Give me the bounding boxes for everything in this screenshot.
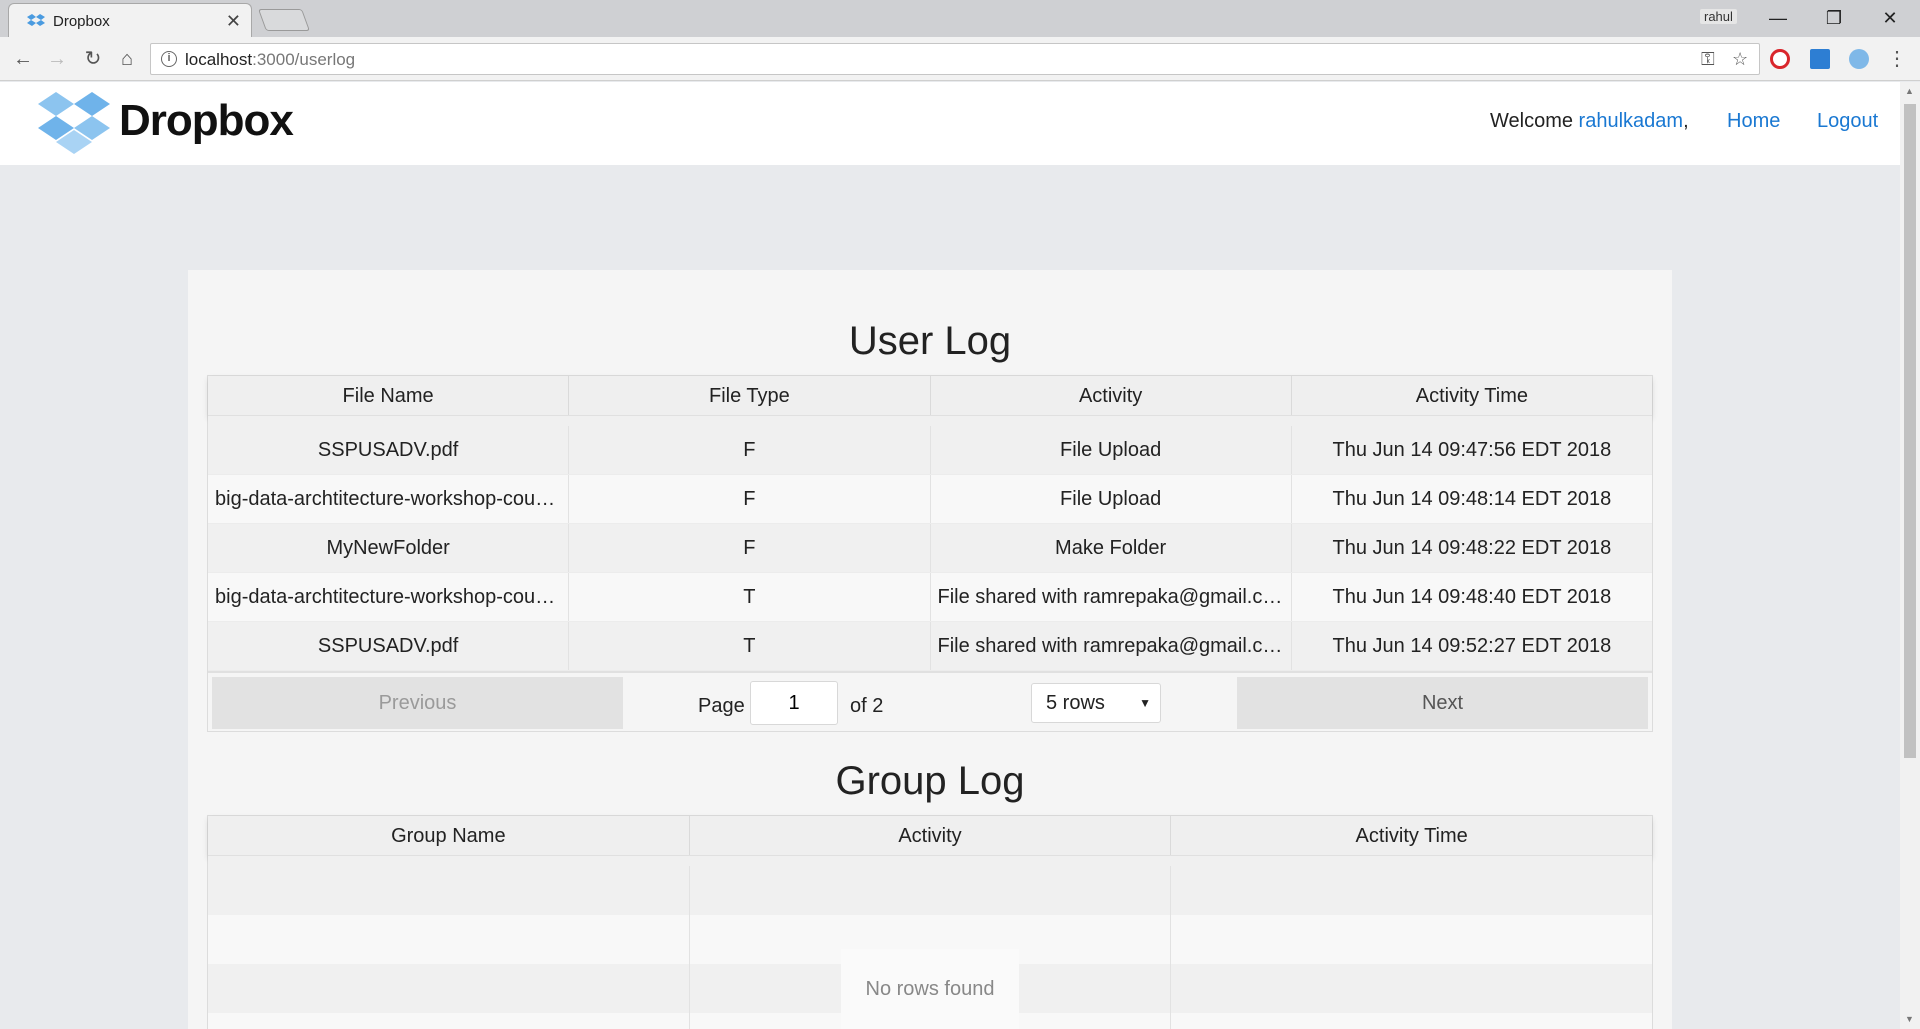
table-cell: T: [569, 573, 931, 621]
scroll-down-icon[interactable]: ▼: [1905, 1014, 1914, 1024]
table-row: SSPUSADV.pdf T File shared with ramrepak…: [208, 622, 1652, 671]
table-cell: Thu Jun 14 09:52:27 EDT 2018: [1332, 635, 1612, 657]
scroll-thumb[interactable]: [1904, 104, 1916, 758]
browser-toolbar: ← → ↻ ⌂ i localhost:3000/userlog ⚿ ☆ ⋮: [0, 37, 1920, 81]
page: Dropbox Welcome rahulkadam, Home Logout …: [0, 82, 1900, 1029]
tab-title: Dropbox: [53, 13, 110, 30]
table-cell: Thu Jun 14 09:47:56 EDT 2018: [1332, 439, 1612, 461]
window-extension-icon[interactable]: [1810, 49, 1830, 69]
tab-close-icon[interactable]: ✕: [226, 11, 241, 32]
welcome-text: Welcome rahulkadam,: [1490, 110, 1689, 132]
column-header[interactable]: Activity: [690, 816, 1172, 855]
header-filler: [208, 856, 1652, 866]
group-log-title: Group Log: [835, 759, 1025, 803]
table-cell: SSPUSADV.pdf: [208, 426, 570, 474]
page-scrollbar[interactable]: ▲ ▼: [1900, 82, 1920, 1029]
table-cell: File Upload: [931, 475, 1292, 523]
table-cell: Thu Jun 14 09:48:14 EDT 2018: [1332, 488, 1612, 510]
table-row: big-data-archtitecture-workshop-course.p…: [208, 475, 1652, 524]
profile-name[interactable]: rahul: [1700, 9, 1737, 24]
user-log-header: File Name File Type Activity Activity Ti…: [208, 376, 1652, 416]
logout-link[interactable]: Logout: [1817, 110, 1878, 133]
address-bar[interactable]: i localhost:3000/userlog ⚿ ☆: [150, 43, 1760, 75]
column-header[interactable]: Activity Time: [1171, 816, 1652, 855]
table-cell: MyNewFolder: [208, 524, 570, 572]
table-cell: big-data-archtitecture-workshop-course.p…: [208, 475, 570, 523]
previous-button[interactable]: Previous: [212, 677, 623, 729]
bookmark-star-icon[interactable]: ☆: [1732, 49, 1748, 70]
username-link[interactable]: rahulkadam: [1579, 110, 1684, 132]
restore-button[interactable]: ❐: [1806, 3, 1862, 33]
home-link[interactable]: Home: [1727, 110, 1780, 133]
log-card: User Log File Name File Type Activity Ac…: [188, 270, 1672, 1029]
table-cell: File Upload: [931, 426, 1292, 474]
browser-tab[interactable]: Dropbox ✕: [8, 3, 252, 37]
column-header[interactable]: Activity Time: [1292, 376, 1652, 415]
scroll-up-icon[interactable]: ▲: [1905, 86, 1914, 96]
chevron-down-icon: ▼: [1139, 696, 1151, 710]
no-rows-message: No rows found: [841, 949, 1019, 1029]
table-cell: F: [569, 475, 931, 523]
url-text: localhost:3000/userlog: [185, 50, 356, 69]
page-label: Page: [698, 695, 745, 717]
header-filler: [208, 416, 1652, 426]
table-cell: F: [569, 524, 931, 572]
rows-per-page-select[interactable]: 5 rows ▼: [1031, 683, 1161, 723]
key-icon[interactable]: ⚿: [1701, 49, 1715, 70]
minimize-button[interactable]: —: [1750, 3, 1806, 33]
rows-per-page-value: 5 rows: [1046, 692, 1105, 714]
back-icon[interactable]: ←: [10, 46, 36, 72]
table-cell: T: [569, 622, 931, 670]
table-row: MyNewFolder F Make Folder Thu Jun 14 09:…: [208, 524, 1652, 573]
table-row: SSPUSADV.pdf F File Upload Thu Jun 14 09…: [208, 426, 1652, 475]
forward-icon[interactable]: →: [44, 46, 70, 72]
group-log-header: Group Name Activity Activity Time: [208, 816, 1652, 856]
user-log-body: SSPUSADV.pdf F File Upload Thu Jun 14 09…: [208, 426, 1652, 671]
table-cell: File shared with ramrepaka@gmail.com: [931, 573, 1292, 621]
reload-icon[interactable]: ↻: [80, 46, 106, 72]
empty-row: [208, 866, 1652, 915]
dropbox-logo-icon[interactable]: [38, 92, 110, 156]
group-log-table: Group Name Activity Activity Time No row…: [207, 815, 1653, 1029]
column-header[interactable]: Activity: [931, 376, 1292, 415]
column-header[interactable]: Group Name: [208, 816, 690, 855]
page-number-input[interactable]: [750, 681, 838, 725]
table-cell: Thu Jun 14 09:48:22 EDT 2018: [1332, 537, 1612, 559]
opera-extension-icon[interactable]: [1770, 49, 1790, 69]
group-log-body: No rows found: [208, 866, 1652, 1029]
menu-icon[interactable]: ⋮: [1884, 46, 1910, 72]
table-cell: File shared with ramrepaka@gmail.com: [931, 622, 1292, 670]
logo-text[interactable]: Dropbox: [119, 96, 294, 146]
pagination-bar: Previous Page of 2 5 rows ▼ Next: [208, 671, 1652, 731]
window-close-button[interactable]: ✕: [1862, 3, 1918, 33]
table-cell: SSPUSADV.pdf: [208, 622, 570, 670]
next-button[interactable]: Next: [1237, 677, 1648, 729]
user-log-table: File Name File Type Activity Activity Ti…: [207, 375, 1653, 732]
dropbox-favicon-icon: [27, 14, 45, 26]
table-cell: Thu Jun 14 09:48:40 EDT 2018: [1332, 586, 1612, 608]
table-row: big-data-archtitecture-workshop-course.p…: [208, 573, 1652, 622]
home-icon[interactable]: ⌂: [114, 46, 140, 72]
user-log-title: User Log: [848, 319, 1012, 363]
browser-titlebar: Dropbox ✕ rahul — ❐ ✕: [0, 0, 1920, 37]
table-cell: Make Folder: [931, 524, 1292, 572]
column-header[interactable]: File Type: [569, 376, 931, 415]
table-cell: big-data-archtitecture-workshop-course.p…: [208, 573, 570, 621]
site-header: Dropbox Welcome rahulkadam, Home Logout: [0, 82, 1900, 165]
new-tab-button[interactable]: [257, 9, 311, 31]
table-cell: F: [569, 426, 931, 474]
column-header[interactable]: File Name: [208, 376, 570, 415]
info-icon[interactable]: i: [161, 51, 177, 67]
page-total-label: of 2: [850, 695, 884, 717]
extension-icon[interactable]: [1849, 49, 1869, 69]
